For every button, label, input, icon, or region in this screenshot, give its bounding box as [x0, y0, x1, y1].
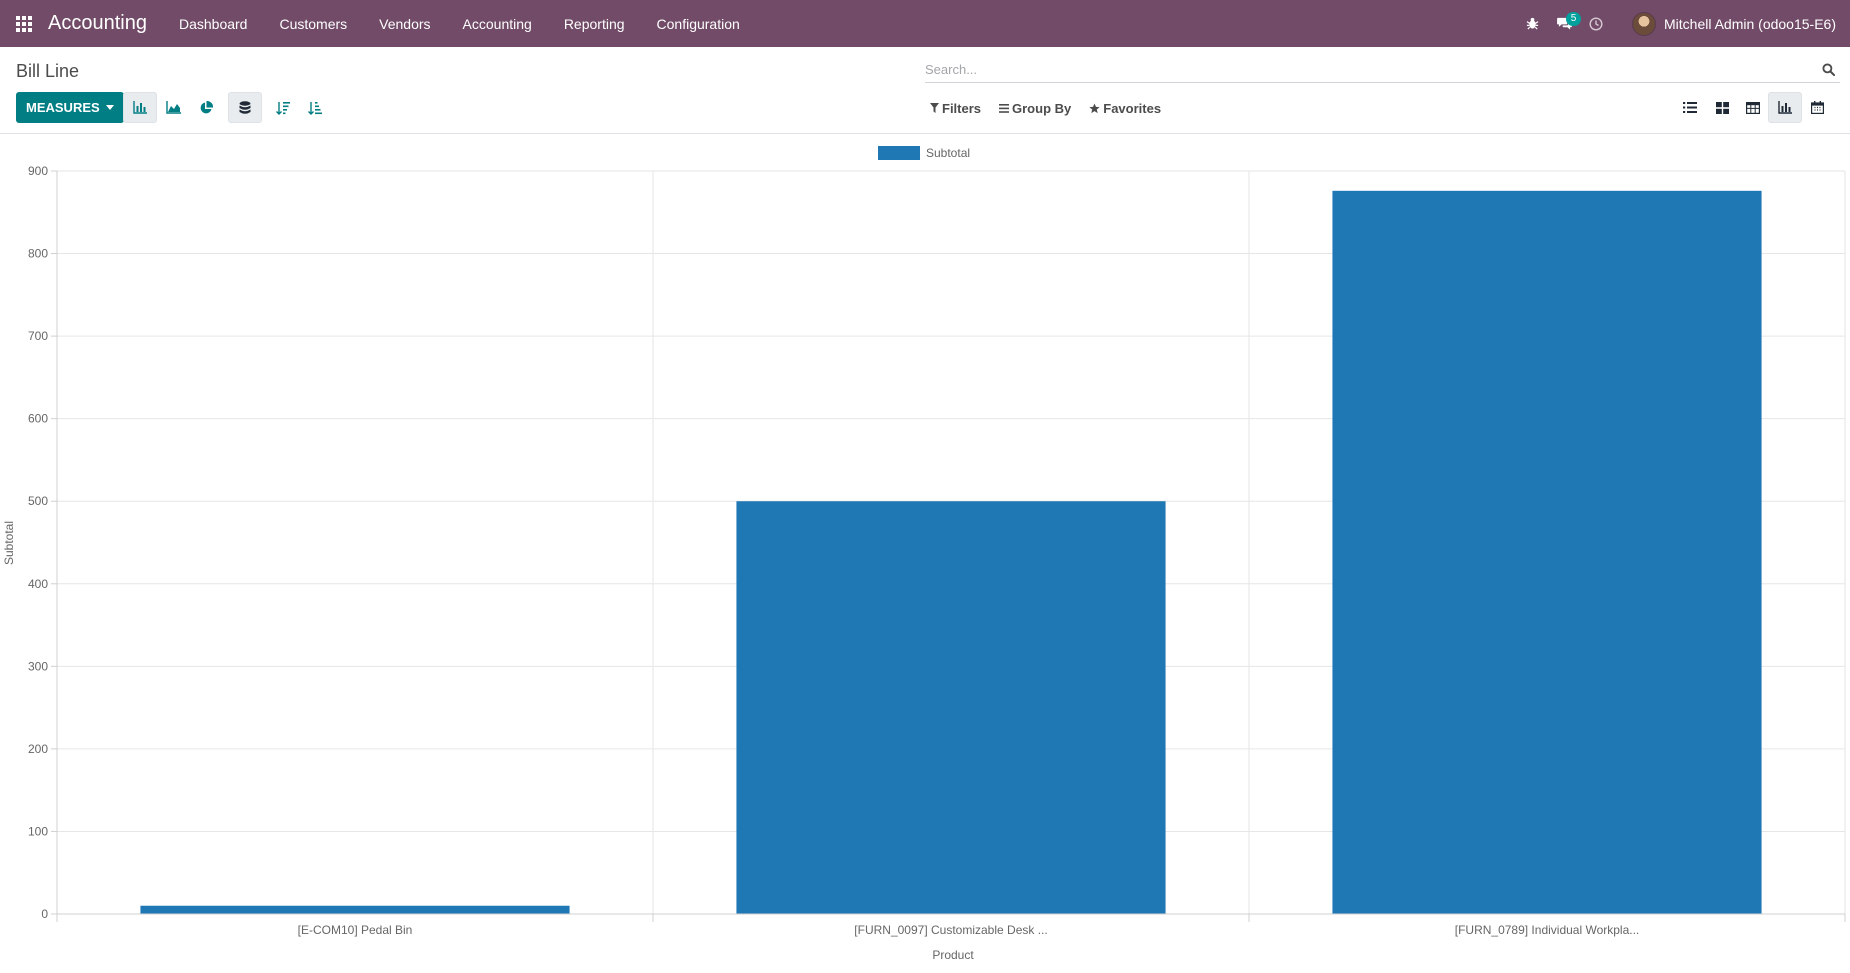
y-tick-label: 500 [28, 494, 48, 508]
bar[interactable] [1332, 190, 1762, 914]
y-tick-label: 100 [28, 824, 48, 838]
chart-legend[interactable]: Subtotal [878, 146, 970, 160]
list-icon [1683, 102, 1697, 113]
y-tick-label: 900 [28, 164, 48, 178]
graph-view-button[interactable] [1768, 92, 1802, 123]
graph-view: Subtotal 0 100 200 300 400 500 600 700 800 900 [E-… [0, 134, 1850, 968]
calendar-icon [1810, 101, 1824, 114]
measures-dropdown-button[interactable]: MEASURES [16, 92, 124, 123]
activity-clock-icon[interactable] [1580, 0, 1612, 47]
favorites-dropdown[interactable]: Favorites [1089, 101, 1161, 116]
menu-reporting[interactable]: Reporting [548, 0, 641, 47]
search-options-bar: Filters Group By Favorites [930, 95, 1179, 121]
bar-chart: Subtotal 0 100 200 300 400 500 600 700 800 900 [E-… [2, 146, 1846, 962]
apps-menu-icon[interactable] [0, 0, 48, 47]
group-by-bars-icon [999, 103, 1010, 113]
star-icon [1089, 102, 1100, 113]
menu-vendors[interactable]: Vendors [363, 0, 446, 47]
breadcrumb: Bill Line [16, 61, 80, 81]
group-by-label: Group By [1012, 100, 1072, 116]
y-tick-label: 200 [28, 742, 48, 756]
legend-label-subtotal: Subtotal [926, 146, 970, 160]
sort-ascending-button[interactable] [298, 92, 332, 123]
group-by-dropdown[interactable]: Group By [999, 101, 1071, 116]
x-tick-label: [FURN_0097] Customizable Desk ... [854, 923, 1047, 937]
legend-swatch-subtotal [878, 146, 920, 160]
messages-count-badge: 5 [1566, 12, 1582, 26]
database-stack-icon [239, 100, 251, 114]
messages-chat-icon[interactable]: 5 [1548, 0, 1582, 47]
control-panel: Bill Line MEASURES [0, 47, 1850, 134]
area-chart-icon [165, 101, 181, 114]
user-menu[interactable]: Mitchell Admin (odoo15-E6) [1632, 11, 1836, 36]
sort-descending-button[interactable] [266, 92, 300, 123]
y-axis-title: Subtotal [2, 521, 16, 565]
list-view-button[interactable] [1673, 92, 1707, 123]
stacked-toggle-button[interactable] [228, 92, 262, 123]
measures-label: MEASURES [26, 100, 100, 115]
bar[interactable] [736, 501, 1166, 914]
pie-chart-mode-button[interactable] [189, 92, 223, 123]
menu-customers[interactable]: Customers [263, 0, 363, 47]
y-tick-label: 0 [41, 907, 48, 921]
menu-accounting[interactable]: Accounting [447, 0, 548, 47]
search-bar [925, 56, 1840, 83]
pie-chart-icon [200, 100, 213, 113]
calendar-view-button[interactable] [1800, 92, 1834, 123]
favorites-label: Favorites [1103, 100, 1162, 116]
x-tick-label: [FURN_0789] Individual Workpla... [1455, 923, 1640, 937]
caret-down-icon [105, 105, 114, 110]
bar-chart-icon [133, 101, 147, 114]
y-tick-label: 300 [28, 659, 48, 673]
menu-configuration[interactable]: Configuration [641, 0, 756, 47]
y-tick-label: 800 [28, 247, 48, 261]
chart-bars [140, 190, 1762, 914]
x-axis-title: Product [932, 948, 974, 962]
line-chart-mode-button[interactable] [156, 92, 190, 123]
pivot-view-button[interactable] [1736, 92, 1770, 123]
sort-amount-desc-icon [276, 101, 290, 115]
search-icon[interactable] [1816, 57, 1840, 81]
bar-chart-mode-button[interactable] [123, 92, 157, 123]
kanban-grid-icon [1715, 101, 1729, 114]
user-name: Mitchell Admin (odoo15-E6) [1664, 15, 1836, 32]
y-tick-label: 600 [28, 412, 48, 426]
filters-dropdown[interactable]: Filters [930, 101, 981, 116]
top-navbar: Accounting Dashboard Customers Vendors A… [0, 0, 1850, 47]
app-title[interactable]: Accounting [48, 12, 147, 35]
kanban-view-button[interactable] [1705, 92, 1739, 123]
filter-funnel-icon [930, 103, 939, 113]
filters-label: Filters [942, 100, 982, 116]
graph-bar-chart-icon [1778, 101, 1792, 114]
menu-dashboard[interactable]: Dashboard [163, 0, 264, 47]
navbar-systray: 5 Mitchell Admin (odoo15-E6) [1516, 0, 1850, 47]
search-input[interactable] [925, 61, 1816, 77]
x-tick-label: [E-COM10] Pedal Bin [298, 923, 413, 937]
user-avatar [1632, 11, 1657, 36]
sort-amount-asc-icon [308, 101, 322, 115]
y-tick-label: 700 [28, 329, 48, 343]
y-tick-label: 400 [28, 577, 48, 591]
debug-bug-icon[interactable] [1516, 0, 1548, 47]
table-icon [1746, 101, 1760, 114]
bar[interactable] [140, 905, 570, 914]
